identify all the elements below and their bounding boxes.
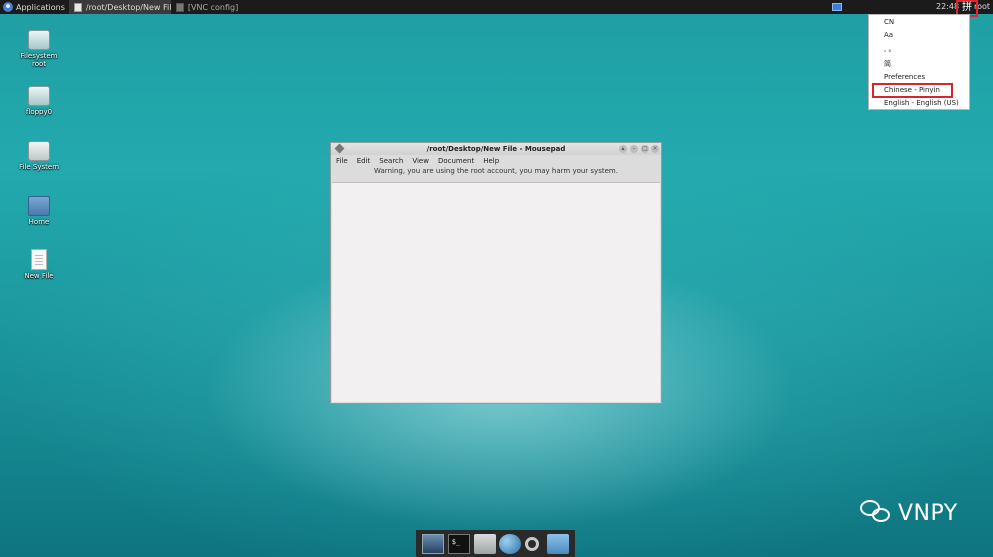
show-desktop-icon[interactable] — [421, 533, 444, 554]
search-icon[interactable] — [525, 536, 540, 551]
desktop-icon-label: Home — [28, 218, 50, 226]
menu-item-preferences[interactable]: Preferences — [884, 73, 925, 81]
home-icon[interactable] — [473, 533, 496, 554]
menu-item-punctuation[interactable]: , 。 — [884, 44, 895, 54]
menu-file[interactable]: File — [336, 157, 348, 165]
applications-menu[interactable]: Applications — [0, 0, 69, 14]
document-icon — [73, 2, 82, 12]
text-editor-area[interactable] — [332, 182, 660, 402]
taskbar-item-label: /root/Desktop/New Fil... — [85, 2, 171, 12]
menu-item-case[interactable]: Aa — [884, 31, 893, 39]
window-title: /root/Desktop/New File - Mousepad — [426, 145, 566, 153]
taskbar-item-label: [VNC config] — [187, 2, 239, 12]
window-titlebar[interactable]: /root/Desktop/New File - Mousepad ▴ – □ … — [331, 143, 661, 155]
folder-icon[interactable] — [547, 533, 570, 554]
watermark: VNPY — [860, 500, 958, 526]
workspace-switcher[interactable] — [832, 3, 842, 11]
home-folder-icon — [28, 196, 50, 216]
web-browser-icon[interactable] — [499, 533, 522, 554]
menu-edit[interactable]: Edit — [357, 157, 371, 165]
desktop-icon-file-system[interactable]: File System — [14, 141, 64, 171]
root-warning: Warning, you are using the root account,… — [374, 167, 618, 175]
dock: $_ — [416, 530, 575, 557]
terminal-icon[interactable]: $_ — [447, 533, 470, 554]
menu-view[interactable]: View — [412, 157, 429, 165]
desktop-icon-filesystem-root[interactable]: Filesystem root — [14, 30, 64, 68]
input-method-menu: CN Aa , 。 简 Preferences Chinese - Pinyin… — [868, 14, 970, 110]
usb-drive-icon — [28, 30, 50, 50]
menu-item-cn[interactable]: CN — [884, 18, 894, 26]
desktop-icon-label: File System — [18, 163, 60, 171]
close-button[interactable]: × — [651, 145, 659, 153]
window-menubar: File Edit Search View Document Help — [331, 155, 661, 167]
watermark-text: VNPY — [898, 500, 958, 526]
menu-item-simplified[interactable]: 简 — [884, 59, 891, 69]
menu-help[interactable]: Help — [483, 157, 499, 165]
window-icon — [175, 2, 184, 12]
menu-document[interactable]: Document — [438, 157, 474, 165]
taskbar-item-mousepad[interactable]: /root/Desktop/New Fil... — [68, 0, 171, 14]
desktop-icon-label: floppy0 — [25, 108, 53, 116]
applications-label: Applications — [16, 2, 65, 12]
xfce-logo-icon — [3, 2, 13, 12]
desktop-icon-home[interactable]: Home — [14, 196, 64, 226]
maximize-button[interactable]: □ — [641, 145, 649, 153]
desktop-icon-floppy0[interactable]: floppy0 — [14, 86, 64, 116]
text-file-icon — [31, 249, 47, 270]
desktop-icon-label: New File — [24, 272, 54, 280]
hard-drive-icon — [28, 141, 50, 161]
mousepad-window: /root/Desktop/New File - Mousepad ▴ – □ … — [330, 142, 662, 404]
menu-item-english-us[interactable]: English - English (US) — [884, 99, 959, 107]
minimize-button[interactable]: – — [630, 145, 638, 153]
wechat-icon — [860, 500, 892, 526]
usb-drive-icon — [28, 86, 50, 106]
desktop-icon-new-file[interactable]: New File — [14, 249, 64, 280]
top-panel: Applications /root/Desktop/New Fil... [V… — [0, 0, 993, 17]
menu-item-chinese-pinyin[interactable]: Chinese - Pinyin — [884, 86, 940, 94]
taskbar-item-vnc-config[interactable]: [VNC config] — [171, 0, 275, 14]
menu-arrow-icon[interactable]: ▴ — [619, 145, 627, 153]
desktop-icon-label: Filesystem root — [20, 52, 58, 68]
menu-search[interactable]: Search — [379, 157, 403, 165]
